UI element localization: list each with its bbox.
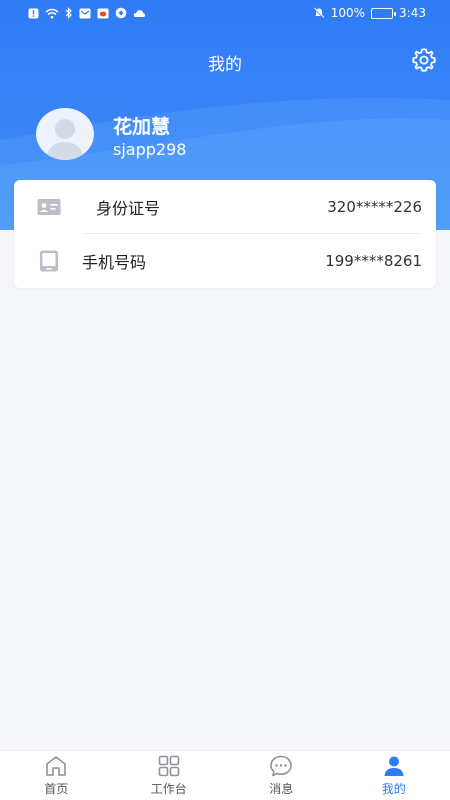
- tab-workbench[interactable]: 工作台: [113, 751, 226, 800]
- user-name: 花加慧: [113, 116, 171, 138]
- alert-icon: [28, 8, 39, 19]
- battery-percentage: 100%: [330, 6, 366, 20]
- id-card-icon: [36, 194, 62, 220]
- default-user-icon: [46, 119, 84, 160]
- tab-workbench-label: 工作台: [150, 782, 187, 796]
- bottom-tab-bar: 首页 工作台 消息 我的: [0, 750, 450, 800]
- weibo-app-icon: [97, 8, 109, 19]
- battery-icon: [371, 7, 397, 19]
- id-number-label: 身份证号: [96, 199, 161, 218]
- user-username: sjapp298: [113, 140, 187, 159]
- mute-bell-icon: [313, 7, 325, 19]
- tab-messages-label: 消息: [269, 782, 294, 796]
- message-icon: [269, 754, 293, 778]
- phone-number-value: 199****8261: [325, 252, 422, 270]
- gear-icon: [412, 48, 436, 72]
- tab-home-label: 首页: [44, 782, 69, 796]
- avatar[interactable]: [36, 108, 94, 160]
- id-number-value: 320*****226: [327, 198, 422, 216]
- info-card: 身份证号 320*****226 手机号码 199****8261: [14, 180, 436, 288]
- user-icon: [382, 754, 406, 778]
- clock: 3:43: [399, 6, 426, 20]
- phone-number-row[interactable]: 手机号码 199****8261: [14, 234, 436, 288]
- grid-icon: [157, 754, 181, 778]
- home-icon: [44, 754, 68, 778]
- tab-home[interactable]: 首页: [0, 751, 113, 800]
- phone-icon: [36, 248, 62, 274]
- tab-mine-label: 我的: [381, 782, 406, 796]
- page-title: 我的: [208, 55, 242, 75]
- bluetooth-icon: [65, 7, 73, 19]
- cloud-icon: [133, 9, 146, 18]
- settings-button[interactable]: [410, 46, 438, 74]
- phone-number-label: 手机号码: [82, 253, 147, 272]
- id-number-row[interactable]: 身份证号 320*****226: [14, 180, 436, 234]
- tab-mine[interactable]: 我的: [338, 751, 450, 800]
- app-notification-icon: [115, 7, 127, 19]
- tab-messages[interactable]: 消息: [225, 751, 338, 800]
- mail-app-icon: [79, 8, 91, 19]
- status-bar: 100% 3:43: [0, 0, 450, 26]
- wifi-icon: [45, 8, 59, 19]
